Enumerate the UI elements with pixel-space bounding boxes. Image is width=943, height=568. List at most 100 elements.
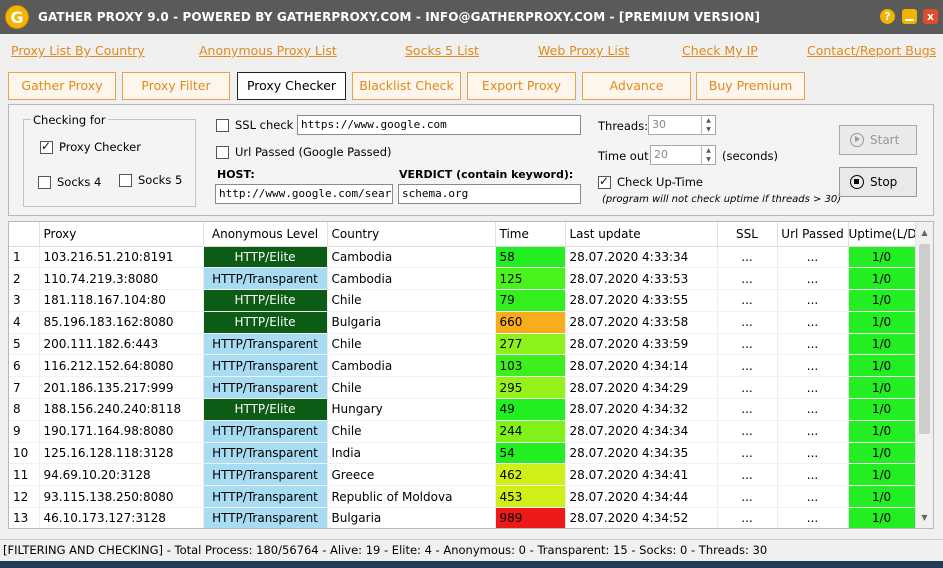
start-label: Start xyxy=(870,133,900,147)
col-header-index[interactable] xyxy=(9,222,40,247)
checkbox-box xyxy=(216,118,229,132)
uptime-value-cell: 1/0 xyxy=(848,354,916,378)
table-row[interactable]: 10 125.16.128.118:3128 HTTP/Transparent Ind… xyxy=(9,442,916,465)
table-row[interactable]: 4 85.196.183.162:8080 HTTP/Elite Bulgaria 66… xyxy=(9,311,916,334)
response-time-cell: 660 xyxy=(495,311,566,334)
checkbox-box xyxy=(119,173,132,187)
tab-proxy-checker[interactable]: Proxy Checker xyxy=(237,72,346,100)
socks5-checkbox[interactable]: Socks 5 xyxy=(119,173,182,187)
threads-spinner[interactable]: 30 ▲ ▼ xyxy=(648,115,716,135)
url-passed-status-cell: ... xyxy=(777,333,849,356)
tab-proxy-filter[interactable]: Proxy Filter xyxy=(122,72,230,100)
tab-export-proxy[interactable]: Export Proxy xyxy=(467,72,576,100)
title-bar: G GATHER PROXY 9.0 - POWERED BY GATHERPR… xyxy=(0,0,943,34)
table-row[interactable]: 11 94.69.10.20:3128 HTTP/Transparent Greece… xyxy=(9,463,916,487)
proxy-address-cell: 94.69.10.20:3128 xyxy=(39,463,204,487)
link-web-proxy-list[interactable]: Web Proxy List xyxy=(538,43,629,58)
url-passed-status-cell: ... xyxy=(777,311,849,334)
socks4-checkbox[interactable]: Socks 4 xyxy=(38,175,101,189)
link-socks5-list[interactable]: Socks 5 List xyxy=(405,43,479,58)
table-row[interactable]: 8 188.156.240.240:8118 HTTP/Elite Hungary 49… xyxy=(9,398,916,421)
spinner-arrows-icon[interactable]: ▲ ▼ xyxy=(701,146,715,164)
ssl-url-input[interactable]: https://www.google.com xyxy=(297,115,581,135)
spinner-arrows-icon[interactable]: ▲ ▼ xyxy=(701,116,715,134)
scroll-down-icon[interactable]: ▼ xyxy=(916,510,933,526)
row-index-cell: 3 xyxy=(9,289,40,312)
tab-buy-premium[interactable]: Buy Premium xyxy=(696,72,805,100)
timeout-spinner[interactable]: 20 ▲ ▼ xyxy=(650,145,716,165)
col-header-country[interactable]: Country xyxy=(327,222,496,247)
verdict-input[interactable]: schema.org xyxy=(398,184,581,204)
table-row[interactable]: 5 200.111.182.6:443 HTTP/Transparent Chile 2… xyxy=(9,333,916,356)
stop-button[interactable]: Stop xyxy=(839,167,917,197)
proxy-address-cell: 200.111.182.6:443 xyxy=(39,333,204,356)
threads-value: 30 xyxy=(652,118,666,131)
ssl-status-cell: ... xyxy=(717,398,778,421)
check-uptime-checkbox[interactable]: Check Up-Time xyxy=(598,174,703,189)
link-anonymous-proxy-list[interactable]: Anonymous Proxy List xyxy=(199,43,337,58)
tab-gather-proxy[interactable]: Gather Proxy xyxy=(8,72,116,100)
uptime-value-cell: 1/0 xyxy=(848,333,916,356)
proxy-address-cell: 46.10.173.127:3128 xyxy=(39,507,204,528)
table-row[interactable]: 1 103.216.51.210:8191 HTTP/Elite Cambodia 58… xyxy=(9,246,916,269)
table-scrollbar[interactable]: ▲ ▼ xyxy=(915,222,933,528)
start-button[interactable]: Start xyxy=(839,125,917,155)
col-header-ssl[interactable]: SSL xyxy=(717,222,778,247)
tab-blacklist-check[interactable]: Blacklist Check xyxy=(352,72,461,100)
minimize-icon[interactable] xyxy=(902,9,917,24)
last-update-cell: 28.07.2020 4:34:34 xyxy=(565,420,718,443)
ssl-status-cell: ... xyxy=(717,311,778,334)
col-header-last-update[interactable]: Last update xyxy=(565,222,718,247)
anonymous-level-cell: HTTP/Transparent xyxy=(203,463,328,487)
url-passed-checkbox[interactable]: Url Passed (Google Passed) xyxy=(216,145,391,159)
tab-advance[interactable]: Advance xyxy=(582,72,691,100)
last-update-cell: 28.07.2020 4:34:14 xyxy=(565,354,718,378)
taskbar-strip xyxy=(0,561,943,568)
col-header-url-passed[interactable]: Url Passed xyxy=(777,222,849,247)
uptime-value-cell: 1/0 xyxy=(848,420,916,443)
table-row[interactable]: 6 116.212.152.64:8080 HTTP/Transparent Camb… xyxy=(9,354,916,378)
country-cell: Chile xyxy=(327,333,496,356)
proxy-address-cell: 110.74.219.3:8080 xyxy=(39,267,204,291)
response-time-cell: 54 xyxy=(495,442,566,465)
host-input[interactable]: http://www.google.com/search?pv xyxy=(215,184,393,204)
proxy-address-cell: 188.156.240.240:8118 xyxy=(39,398,204,421)
table-row[interactable]: 7 201.186.135.217:999 HTTP/Transparent Chil… xyxy=(9,376,916,400)
anonymous-level-cell: HTTP/Transparent xyxy=(203,485,328,509)
country-cell: Cambodia xyxy=(327,246,496,269)
ssl-status-cell: ... xyxy=(717,485,778,509)
table-header-row: Proxy Anonymous Level Country Time Last … xyxy=(9,222,916,247)
col-header-proxy[interactable]: Proxy xyxy=(39,222,204,247)
table-row[interactable]: 13 46.10.173.127:3128 HTTP/Transparent Bulg… xyxy=(9,507,916,528)
proxy-checker-checkbox[interactable]: Proxy Checker xyxy=(40,139,141,154)
country-cell: Cambodia xyxy=(327,267,496,291)
help-icon[interactable]: ? xyxy=(880,9,895,24)
response-time-cell: 453 xyxy=(495,485,566,509)
proxy-address-cell: 116.212.152.64:8080 xyxy=(39,354,204,378)
url-passed-status-cell: ... xyxy=(777,267,849,291)
url-passed-status-cell: ... xyxy=(777,289,849,312)
col-header-uptime[interactable]: Uptime(L/D) xyxy=(848,222,916,247)
link-contact-report-bugs[interactable]: Contact/Report Bugs xyxy=(807,43,936,58)
col-header-time[interactable]: Time xyxy=(495,222,566,247)
ssl-check-checkbox[interactable]: SSL check xyxy=(216,118,293,132)
link-proxy-list-by-country[interactable]: Proxy List By Country xyxy=(11,43,145,58)
close-icon[interactable]: x xyxy=(923,9,938,24)
table-row[interactable]: 3 181.118.167.104:80 HTTP/Elite Chile 79 28.0… xyxy=(9,289,916,312)
last-update-cell: 28.07.2020 4:34:35 xyxy=(565,442,718,465)
table-row[interactable]: 2 110.74.219.3:8080 HTTP/Transparent Cambod… xyxy=(9,267,916,291)
country-cell: Hungary xyxy=(327,398,496,421)
scroll-up-icon[interactable]: ▲ xyxy=(916,225,933,241)
link-check-my-ip[interactable]: Check My IP xyxy=(682,43,758,58)
table-row[interactable]: 12 93.115.138.250:8080 HTTP/Transparent Rep… xyxy=(9,485,916,509)
table-row[interactable]: 9 190.171.164.98:8080 HTTP/Transparent Chil… xyxy=(9,420,916,443)
url-passed-status-cell: ... xyxy=(777,246,849,269)
response-time-cell: 277 xyxy=(495,333,566,356)
proxy-address-cell: 201.186.135.217:999 xyxy=(39,376,204,400)
proxy-address-cell: 103.216.51.210:8191 xyxy=(39,246,204,269)
col-header-anonymous-level[interactable]: Anonymous Level xyxy=(203,222,328,247)
last-update-cell: 28.07.2020 4:34:52 xyxy=(565,507,718,528)
ssl-status-cell: ... xyxy=(717,507,778,528)
socks4-label: Socks 4 xyxy=(57,175,102,189)
scroll-thumb[interactable] xyxy=(919,244,930,434)
